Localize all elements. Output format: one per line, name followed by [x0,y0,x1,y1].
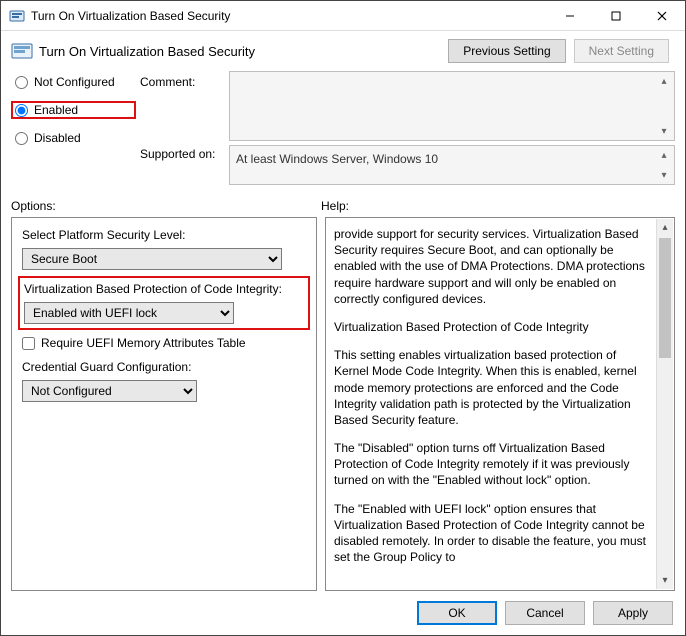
scroll-down-icon[interactable]: ▾ [657,572,673,589]
subheader: Turn On Virtualization Based Security Pr… [1,31,685,67]
titlebar: Turn On Virtualization Based Security [1,1,685,31]
radio-not-configured-input[interactable] [15,76,28,89]
maximize-button[interactable] [593,1,639,31]
previous-setting-button[interactable]: Previous Setting [448,39,565,63]
minimize-button[interactable] [547,1,593,31]
vbs-code-integrity-select[interactable]: Enabled with UEFI lock [24,302,234,324]
supported-label: Supported on: [140,141,225,185]
supported-value: At least Windows Server, Windows 10 [236,152,438,166]
close-button[interactable] [639,1,685,31]
supported-scrollbar[interactable]: ▴ ▾ [656,148,672,182]
help-paragraph: provide support for security services. V… [334,226,654,307]
comment-field[interactable]: ▴ ▾ [229,71,675,141]
credential-guard-label: Credential Guard Configuration: [22,360,306,374]
apply-button[interactable]: Apply [593,601,673,625]
options-label: Options: [11,199,321,213]
help-label: Help: [321,199,349,213]
radio-disabled-label: Disabled [34,131,81,145]
radio-not-configured-label: Not Configured [34,75,115,89]
scroll-up-icon[interactable]: ▴ [656,74,672,88]
scroll-up-icon[interactable]: ▴ [656,148,672,162]
radio-disabled[interactable]: Disabled [11,129,136,147]
help-text[interactable]: provide support for security services. V… [334,226,668,582]
vbs-code-integrity-label: Virtualization Based Protection of Code … [24,282,304,296]
next-setting-button: Next Setting [574,39,669,63]
gp-policy-large-icon [11,42,33,60]
uefi-memory-checkbox-row[interactable]: Require UEFI Memory Attributes Table [22,336,306,350]
help-paragraph: Virtualization Based Protection of Code … [334,319,654,335]
supported-field: At least Windows Server, Windows 10 ▴ ▾ [229,145,675,185]
help-paragraph: The "Disabled" option turns off Virtuali… [334,440,654,489]
help-pane: provide support for security services. V… [325,217,675,591]
gp-editor-window: Turn On Virtualization Based Security Tu… [0,0,686,636]
uefi-memory-label: Require UEFI Memory Attributes Table [41,336,246,350]
dialog-footer: OK Cancel Apply [1,591,685,635]
gp-policy-icon [9,8,25,24]
cancel-button[interactable]: Cancel [505,601,585,625]
vbs-code-integrity-group: Virtualization Based Protection of Code … [18,276,310,330]
help-paragraph: This setting enables virtualization base… [334,347,654,428]
help-scrollbar[interactable]: ▴ ▾ [656,219,673,589]
options-pane: Select Platform Security Level: Secure B… [11,217,317,591]
radio-enabled[interactable]: Enabled [11,101,136,119]
comment-label: Comment: [140,71,225,89]
radio-not-configured[interactable]: Not Configured [11,73,136,91]
scroll-track[interactable] [657,236,673,572]
policy-title: Turn On Virtualization Based Security [39,44,448,59]
radio-enabled-input[interactable] [15,104,28,117]
scroll-thumb[interactable] [659,238,671,358]
radio-disabled-input[interactable] [15,132,28,145]
window-title: Turn On Virtualization Based Security [31,9,547,23]
ok-button[interactable]: OK [417,601,497,625]
scroll-up-icon[interactable]: ▴ [657,219,673,236]
scroll-down-icon[interactable]: ▾ [656,124,672,138]
help-paragraph: The "Enabled with UEFI lock" option ensu… [334,501,654,566]
uefi-memory-checkbox[interactable] [22,337,35,350]
platform-security-label: Select Platform Security Level: [22,228,306,242]
comment-scrollbar[interactable]: ▴ ▾ [656,74,672,138]
scroll-down-icon[interactable]: ▾ [656,168,672,182]
platform-security-select[interactable]: Secure Boot [22,248,282,270]
radio-enabled-label: Enabled [34,103,78,117]
credential-guard-select[interactable]: Not Configured [22,380,197,402]
